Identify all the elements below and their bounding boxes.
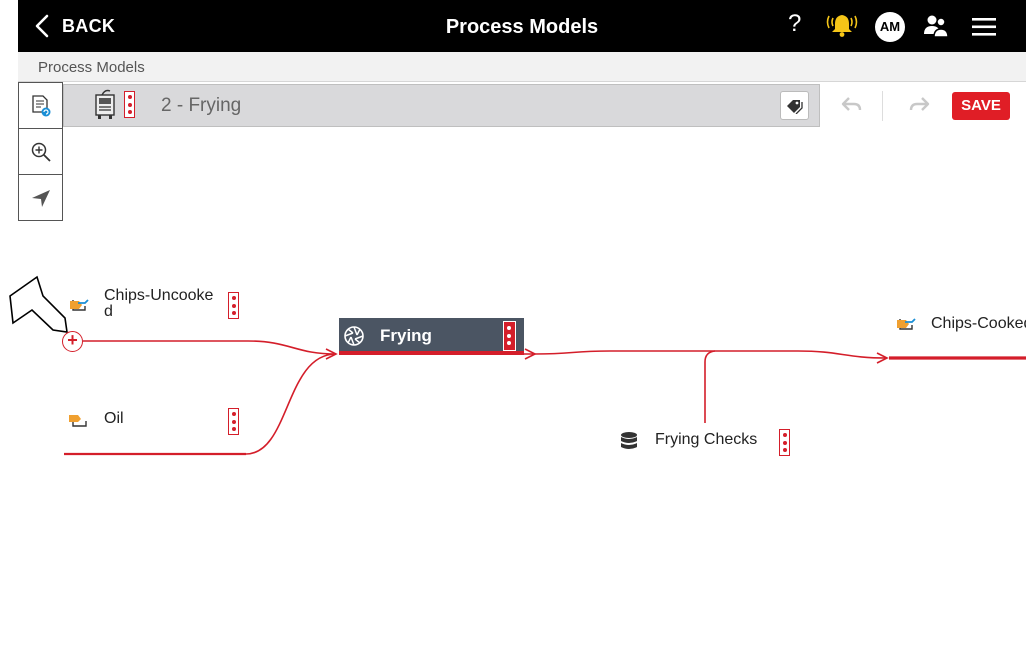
oil-label[interactable]: Oil [104, 411, 124, 427]
chips-cooked-label[interactable]: Chips-Cooked [931, 316, 1026, 332]
connector-oil-to-frying [64, 353, 337, 455]
material-input-icon [68, 297, 90, 320]
chips-uncooked-label[interactable]: Chips-Uncooke d [104, 288, 213, 320]
frying-process-node[interactable]: Frying [339, 318, 524, 355]
material-input-icon [68, 411, 90, 434]
connector-chips-uncooked-to-frying [83, 340, 337, 355]
chips-uncooked-options-menu[interactable] [228, 292, 239, 319]
aperture-process-icon [343, 325, 365, 352]
pointer-cursor-icon [9, 275, 68, 333]
material-output-icon [895, 316, 917, 339]
frying-checks-options-menu[interactable] [779, 429, 790, 456]
connector-frying-checks [704, 350, 716, 423]
oil-options-menu[interactable] [228, 408, 239, 435]
database-icon [620, 431, 638, 458]
frying-label: Frying [380, 326, 432, 345]
frying-checks-label[interactable]: Frying Checks [655, 432, 757, 448]
frying-options-menu[interactable] [503, 321, 516, 351]
chips-uncooked-label-line1: Chips-Uncooke [104, 287, 214, 304]
add-connection-handle[interactable]: + [62, 331, 83, 352]
chips-uncooked-label-line2: d [104, 303, 113, 320]
